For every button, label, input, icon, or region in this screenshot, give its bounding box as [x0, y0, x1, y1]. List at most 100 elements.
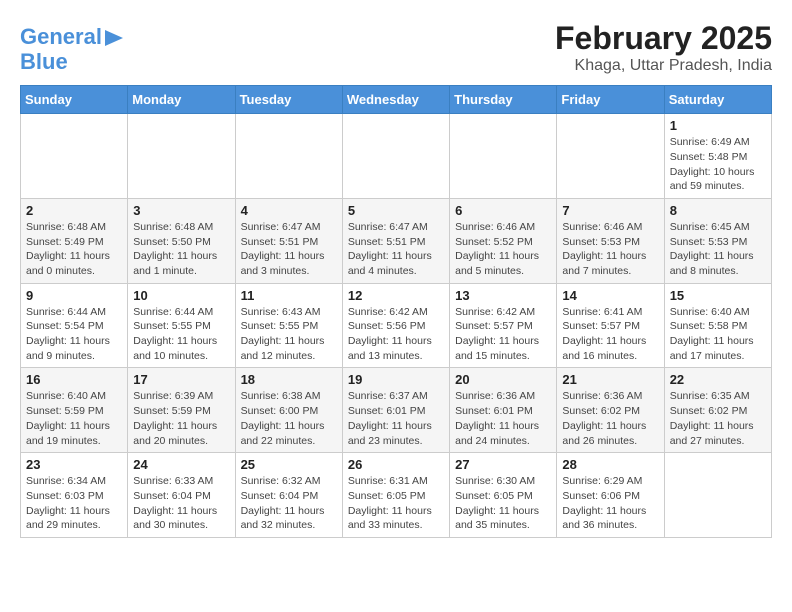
day-info: Sunrise: 6:41 AM Sunset: 5:57 PM Dayligh… [562, 305, 658, 364]
day-number: 4 [241, 203, 337, 218]
weekday-header-cell: Thursday [450, 86, 557, 114]
calendar-cell [557, 114, 664, 199]
day-info: Sunrise: 6:48 AM Sunset: 5:50 PM Dayligh… [133, 220, 229, 279]
calendar-cell: 19 Sunrise: 6:37 AM Sunset: 6:01 PM Dayli… [342, 368, 449, 453]
day-number: 15 [670, 288, 766, 303]
calendar-cell: 15 Sunrise: 6:40 AM Sunset: 5:58 PM Dayli… [664, 283, 771, 368]
day-number: 28 [562, 457, 658, 472]
day-info: Sunrise: 6:37 AM Sunset: 6:01 PM Dayligh… [348, 389, 444, 448]
month-title: February 2025 [555, 20, 772, 57]
day-number: 8 [670, 203, 766, 218]
day-number: 2 [26, 203, 122, 218]
calendar-cell: 26 Sunrise: 6:31 AM Sunset: 6:05 PM Dayli… [342, 453, 449, 538]
calendar: SundayMondayTuesdayWednesdayThursdayFrid… [20, 85, 772, 538]
calendar-cell: 7 Sunrise: 6:46 AM Sunset: 5:53 PM Daylig… [557, 198, 664, 283]
location-title: Khaga, Uttar Pradesh, India [555, 57, 772, 75]
calendar-cell: 3 Sunrise: 6:48 AM Sunset: 5:50 PM Daylig… [128, 198, 235, 283]
weekday-header-cell: Sunday [21, 86, 128, 114]
calendar-cell: 14 Sunrise: 6:41 AM Sunset: 5:57 PM Dayli… [557, 283, 664, 368]
day-info: Sunrise: 6:30 AM Sunset: 6:05 PM Dayligh… [455, 474, 551, 533]
calendar-body: 1Sunrise: 6:49 AM Sunset: 5:48 PM Daylig… [21, 114, 772, 538]
title-area: February 2025 Khaga, Uttar Pradesh, Indi… [555, 20, 772, 75]
calendar-cell: 6 Sunrise: 6:46 AM Sunset: 5:52 PM Daylig… [450, 198, 557, 283]
day-info: Sunrise: 6:45 AM Sunset: 5:53 PM Dayligh… [670, 220, 766, 279]
calendar-cell: 1Sunrise: 6:49 AM Sunset: 5:48 PM Daylig… [664, 114, 771, 199]
day-info: Sunrise: 6:32 AM Sunset: 6:04 PM Dayligh… [241, 474, 337, 533]
calendar-cell: 8 Sunrise: 6:45 AM Sunset: 5:53 PM Daylig… [664, 198, 771, 283]
calendar-cell: 18Sunrise: 6:38 AM Sunset: 6:00 PM Dayli… [235, 368, 342, 453]
calendar-cell [664, 453, 771, 538]
day-number: 18 [241, 372, 337, 387]
weekday-header-cell: Friday [557, 86, 664, 114]
calendar-week-row: 1Sunrise: 6:49 AM Sunset: 5:48 PM Daylig… [21, 114, 772, 199]
weekday-header-cell: Monday [128, 86, 235, 114]
calendar-cell: 27 Sunrise: 6:30 AM Sunset: 6:05 PM Dayli… [450, 453, 557, 538]
day-info: Sunrise: 6:43 AM Sunset: 5:55 PM Dayligh… [241, 305, 337, 364]
day-number: 7 [562, 203, 658, 218]
day-info: Sunrise: 6:42 AM Sunset: 5:56 PM Dayligh… [348, 305, 444, 364]
calendar-cell: 28 Sunrise: 6:29 AM Sunset: 6:06 PM Dayli… [557, 453, 664, 538]
day-info: Sunrise: 6:40 AM Sunset: 5:58 PM Dayligh… [670, 305, 766, 364]
calendar-cell: 21Sunrise: 6:36 AM Sunset: 6:02 PM Dayli… [557, 368, 664, 453]
logo-arrow-icon [105, 30, 123, 46]
calendar-cell: 23Sunrise: 6:34 AM Sunset: 6:03 PM Dayli… [21, 453, 128, 538]
day-number: 25 [241, 457, 337, 472]
day-number: 17 [133, 372, 229, 387]
day-number: 12 [348, 288, 444, 303]
day-number: 14 [562, 288, 658, 303]
day-number: 19 [348, 372, 444, 387]
day-number: 20 [455, 372, 551, 387]
calendar-cell: 17 Sunrise: 6:39 AM Sunset: 5:59 PM Dayli… [128, 368, 235, 453]
day-info: Sunrise: 6:31 AM Sunset: 6:05 PM Dayligh… [348, 474, 444, 533]
day-number: 27 [455, 457, 551, 472]
day-number: 10 [133, 288, 229, 303]
weekday-header-cell: Wednesday [342, 86, 449, 114]
day-number: 26 [348, 457, 444, 472]
calendar-cell: 12 Sunrise: 6:42 AM Sunset: 5:56 PM Dayli… [342, 283, 449, 368]
day-number: 1 [670, 118, 766, 133]
logo: General Blue [20, 25, 123, 75]
calendar-cell: 24Sunrise: 6:33 AM Sunset: 6:04 PM Dayli… [128, 453, 235, 538]
day-info: Sunrise: 6:35 AM Sunset: 6:02 PM Dayligh… [670, 389, 766, 448]
calendar-cell [21, 114, 128, 199]
day-info: Sunrise: 6:48 AM Sunset: 5:49 PM Dayligh… [26, 220, 122, 279]
calendar-week-row: 9Sunrise: 6:44 AM Sunset: 5:54 PM Daylig… [21, 283, 772, 368]
day-number: 24 [133, 457, 229, 472]
calendar-week-row: 2 Sunrise: 6:48 AM Sunset: 5:49 PM Daylig… [21, 198, 772, 283]
day-info: Sunrise: 6:46 AM Sunset: 5:52 PM Dayligh… [455, 220, 551, 279]
day-info: Sunrise: 6:46 AM Sunset: 5:53 PM Dayligh… [562, 220, 658, 279]
day-number: 16 [26, 372, 122, 387]
header: General Blue February 2025 Khaga, Uttar … [20, 20, 772, 75]
calendar-cell: 9Sunrise: 6:44 AM Sunset: 5:54 PM Daylig… [21, 283, 128, 368]
day-info: Sunrise: 6:40 AM Sunset: 5:59 PM Dayligh… [26, 389, 122, 448]
calendar-cell [128, 114, 235, 199]
weekday-header-cell: Saturday [664, 86, 771, 114]
calendar-cell: 2 Sunrise: 6:48 AM Sunset: 5:49 PM Daylig… [21, 198, 128, 283]
day-info: Sunrise: 6:29 AM Sunset: 6:06 PM Dayligh… [562, 474, 658, 533]
day-info: Sunrise: 6:47 AM Sunset: 5:51 PM Dayligh… [241, 220, 337, 279]
day-number: 5 [348, 203, 444, 218]
day-number: 3 [133, 203, 229, 218]
weekday-header-row: SundayMondayTuesdayWednesdayThursdayFrid… [21, 86, 772, 114]
day-info: Sunrise: 6:36 AM Sunset: 6:02 PM Dayligh… [562, 389, 658, 448]
calendar-cell [342, 114, 449, 199]
day-info: Sunrise: 6:39 AM Sunset: 5:59 PM Dayligh… [133, 389, 229, 448]
calendar-cell: 11 Sunrise: 6:43 AM Sunset: 5:55 PM Dayli… [235, 283, 342, 368]
calendar-cell: 10 Sunrise: 6:44 AM Sunset: 5:55 PM Dayli… [128, 283, 235, 368]
logo-line2: Blue [20, 49, 123, 75]
day-number: 23 [26, 457, 122, 472]
weekday-header-cell: Tuesday [235, 86, 342, 114]
day-number: 13 [455, 288, 551, 303]
day-number: 22 [670, 372, 766, 387]
calendar-cell [235, 114, 342, 199]
calendar-cell: 25 Sunrise: 6:32 AM Sunset: 6:04 PM Dayli… [235, 453, 342, 538]
calendar-cell: 13 Sunrise: 6:42 AM Sunset: 5:57 PM Dayli… [450, 283, 557, 368]
calendar-cell [450, 114, 557, 199]
day-info: Sunrise: 6:36 AM Sunset: 6:01 PM Dayligh… [455, 389, 551, 448]
day-number: 6 [455, 203, 551, 218]
calendar-cell: 20 Sunrise: 6:36 AM Sunset: 6:01 PM Dayli… [450, 368, 557, 453]
day-info: Sunrise: 6:44 AM Sunset: 5:55 PM Dayligh… [133, 305, 229, 364]
day-number: 11 [241, 288, 337, 303]
day-info: Sunrise: 6:42 AM Sunset: 5:57 PM Dayligh… [455, 305, 551, 364]
calendar-cell: 4 Sunrise: 6:47 AM Sunset: 5:51 PM Daylig… [235, 198, 342, 283]
